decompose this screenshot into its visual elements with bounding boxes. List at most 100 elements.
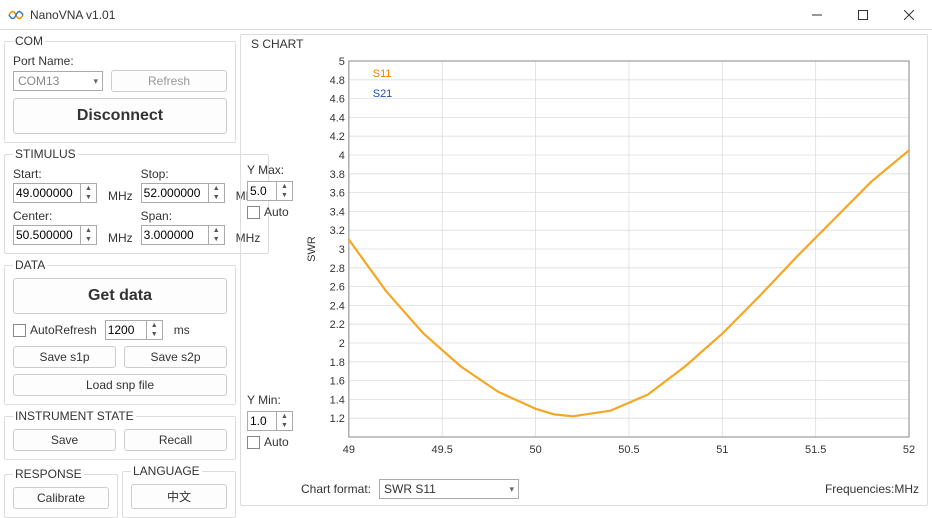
save-s2p-button[interactable]: Save s2p	[124, 346, 227, 368]
spinner-icon[interactable]: ▲▼	[81, 225, 97, 245]
stimulus-legend: STIMULUS	[13, 147, 78, 161]
svg-text:49.5: 49.5	[432, 444, 453, 456]
span-input[interactable]: ▲▼	[141, 225, 225, 245]
start-label: Start:	[13, 167, 97, 181]
stimulus-group: STIMULUS Start: ▲▼ MHz Stop: ▲▼	[4, 147, 269, 254]
spinner-icon[interactable]: ▲▼	[277, 411, 293, 431]
svg-text:1.8: 1.8	[330, 357, 345, 369]
spinner-icon[interactable]: ▲▼	[81, 183, 97, 203]
ymax-input[interactable]: ▲▼	[247, 181, 299, 201]
svg-text:4.8: 4.8	[330, 75, 345, 87]
chart-format-label: Chart format:	[301, 482, 371, 496]
ymin-auto-checkbox[interactable]: Auto	[247, 435, 299, 449]
left-panel: COM Port Name: COM13 ▾ Refresh Disconnec…	[4, 34, 236, 506]
ymin-controls: Y Min: ▲▼ Auto	[247, 393, 299, 449]
port-select[interactable]: COM13 ▾	[13, 71, 103, 91]
calibrate-button[interactable]: Calibrate	[13, 487, 109, 509]
svg-text:SWR: SWR	[306, 236, 318, 262]
spinner-icon[interactable]: ▲▼	[277, 181, 293, 201]
svg-text:4.6: 4.6	[330, 94, 345, 106]
chart-panel-title: S CHART	[249, 37, 305, 51]
maximize-button[interactable]	[840, 0, 886, 30]
autorefresh-label: AutoRefresh	[30, 323, 97, 337]
svg-text:2: 2	[339, 338, 345, 350]
svg-text:50: 50	[529, 444, 541, 456]
svg-text:49: 49	[343, 444, 355, 456]
ymax-controls: Y Max: ▲▼ Auto	[247, 163, 299, 219]
com-legend: COM	[13, 34, 45, 48]
svg-text:S21: S21	[373, 88, 392, 100]
data-legend: DATA	[13, 258, 47, 272]
save-s1p-button[interactable]: Save s1p	[13, 346, 116, 368]
svg-text:3.6: 3.6	[330, 188, 345, 200]
svg-text:51: 51	[716, 444, 728, 456]
svg-text:4.4: 4.4	[330, 112, 345, 124]
recall-state-button[interactable]: Recall	[124, 429, 227, 451]
data-group: DATA Get data AutoRefresh ▲▼ ms Save s1p…	[4, 258, 236, 405]
stop-input[interactable]: ▲▼	[141, 183, 225, 203]
save-state-button[interactable]: Save	[13, 429, 116, 451]
com-group: COM Port Name: COM13 ▾ Refresh Disconnec…	[4, 34, 236, 143]
svg-text:51.5: 51.5	[805, 444, 826, 456]
auto-label: Auto	[264, 205, 289, 219]
ymax-auto-checkbox[interactable]: Auto	[247, 205, 299, 219]
response-group: RESPONSE Calibrate	[4, 467, 118, 518]
ymax-label: Y Max:	[247, 163, 299, 177]
svg-text:1.6: 1.6	[330, 376, 345, 388]
svg-text:4: 4	[339, 150, 345, 162]
language-legend: LANGUAGE	[131, 464, 202, 478]
svg-text:1.2: 1.2	[330, 413, 345, 425]
disconnect-button[interactable]: Disconnect	[13, 98, 227, 134]
spinner-icon[interactable]: ▲▼	[147, 320, 163, 340]
titlebar: NanoVNA v1.01	[0, 0, 932, 30]
port-value: COM13	[18, 74, 59, 88]
svg-text:4.2: 4.2	[330, 131, 345, 143]
svg-text:50.5: 50.5	[618, 444, 639, 456]
window-title: NanoVNA v1.01	[30, 8, 794, 22]
ymin-input[interactable]: ▲▼	[247, 411, 299, 431]
span-label: Span:	[141, 209, 225, 223]
instrument-group: INSTRUMENT STATE Save Recall	[4, 409, 236, 460]
chart-panel-container: S CHART Y Max: ▲▼ Auto Y Min: ▲▼	[240, 34, 928, 506]
svg-text:3.4: 3.4	[330, 206, 345, 218]
load-snp-button[interactable]: Load snp file	[13, 374, 227, 396]
instrument-legend: INSTRUMENT STATE	[13, 409, 136, 423]
checkbox-icon	[247, 436, 260, 449]
unit-label: MHz	[108, 231, 133, 245]
svg-text:52: 52	[903, 444, 915, 456]
svg-text:5: 5	[339, 56, 345, 68]
svg-text:3: 3	[339, 244, 345, 256]
chart-area: 1.21.41.61.822.22.42.62.833.23.43.63.844…	[301, 55, 919, 465]
minimize-button[interactable]	[794, 0, 840, 30]
chart-format-select[interactable]: SWR S11 ▾	[379, 479, 519, 499]
refresh-button[interactable]: Refresh	[111, 70, 227, 92]
get-data-button[interactable]: Get data	[13, 278, 227, 314]
stop-label: Stop:	[141, 167, 225, 181]
svg-text:1.4: 1.4	[330, 394, 345, 406]
language-button[interactable]: 中文	[131, 484, 227, 509]
center-input[interactable]: ▲▼	[13, 225, 97, 245]
spinner-icon[interactable]: ▲▼	[209, 183, 225, 203]
start-input[interactable]: ▲▼	[13, 183, 97, 203]
spinner-icon[interactable]: ▲▼	[209, 225, 225, 245]
frequencies-label: Frequencies:MHz	[825, 482, 919, 496]
autorefresh-value-input[interactable]: ▲▼	[105, 320, 163, 340]
checkbox-icon	[247, 206, 260, 219]
chevron-down-icon: ▾	[93, 76, 98, 87]
port-label: Port Name:	[13, 54, 227, 68]
svg-text:2.6: 2.6	[330, 282, 345, 294]
response-legend: RESPONSE	[13, 467, 84, 481]
chart-format-value: SWR S11	[384, 482, 436, 496]
app-icon	[8, 7, 24, 23]
unit-label: MHz	[108, 189, 133, 203]
svg-text:3.2: 3.2	[330, 225, 345, 237]
chevron-down-icon: ▾	[510, 484, 515, 495]
autorefresh-checkbox[interactable]: AutoRefresh	[13, 323, 97, 337]
ms-label: ms	[174, 323, 190, 337]
center-label: Center:	[13, 209, 97, 223]
svg-text:2.4: 2.4	[330, 300, 345, 312]
ymin-label: Y Min:	[247, 393, 299, 407]
close-button[interactable]	[886, 0, 932, 30]
checkbox-icon	[13, 324, 26, 337]
svg-text:S11: S11	[373, 68, 392, 80]
